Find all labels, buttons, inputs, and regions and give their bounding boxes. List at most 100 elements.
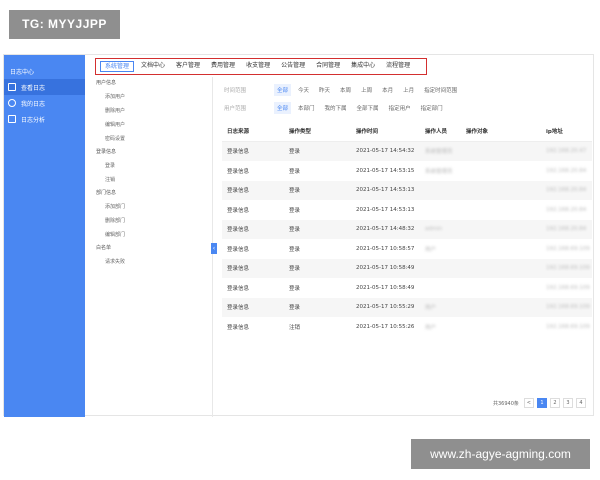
prev-page-button[interactable]: < (523, 398, 534, 408)
table-cell: 登录信息 (227, 168, 250, 175)
time-option[interactable]: 昨天 (319, 86, 330, 94)
tree-item[interactable]: 注销 (92, 173, 212, 187)
table-row[interactable]: 登录信息 登录 2021-05-17 10:58:57 用户 192.168.69.10… (222, 239, 592, 259)
column-header: 操作类型 (289, 129, 312, 136)
user-option[interactable]: 全部下属 (357, 104, 379, 112)
table-cell: 登录信息 (227, 188, 250, 195)
user-option[interactable]: 指定用户 (389, 104, 411, 112)
page-button-3[interactable]: 3 (562, 398, 573, 408)
time-option[interactable]: 本月 (382, 86, 393, 94)
table-cell: 登录信息 (227, 266, 250, 273)
time-option[interactable]: 本周 (340, 86, 351, 94)
sidebar-item-view-logs[interactable]: 查看日志 (4, 79, 85, 95)
table-cell: 2021-05-17 10:55:26 (356, 323, 415, 330)
table-row[interactable]: 登录信息 登录 2021-05-17 14:54:32 系统管理员 192.168.20… (222, 141, 592, 161)
tab-notice-management[interactable]: 公告管理 (277, 61, 309, 72)
watermark-url: www.zh-agye-agming.com (411, 439, 590, 469)
tree-item[interactable]: 编辑部门 (92, 228, 212, 242)
sidebar-item-label: 查看日志 (21, 84, 46, 92)
time-option[interactable]: 今天 (298, 86, 309, 94)
sidebar-title: 日志中心 (10, 69, 35, 76)
tree-item[interactable]: 编辑用户 (92, 118, 212, 132)
tab-finance-management[interactable]: 收支管理 (242, 61, 274, 72)
user-option[interactable]: 我的下属 (325, 104, 347, 112)
table-cell: 用户 (425, 305, 437, 312)
table-cell: 登录信息 (227, 149, 250, 156)
log-table: 日志来源 操作类型 操作时间 操作人员 操作对象 ip地址 登录信息 登录 2021… (222, 122, 592, 337)
table-row[interactable]: 登录信息 登录 2021-05-17 10:58:49 192.168.69.109 (222, 258, 592, 278)
page-button-2[interactable]: 2 (549, 398, 560, 408)
table-row[interactable]: 登录信息 登录 2021-05-17 14:53:13 192.168.20.84 (222, 200, 592, 220)
table-cell: 192.168.69.109 (546, 304, 590, 311)
tab-integration-center[interactable]: 集成中心 (347, 61, 379, 72)
table-cell: 系统管理员 (425, 168, 453, 175)
user-option[interactable]: 本部门 (298, 104, 315, 112)
table-cell: 登录信息 (227, 207, 250, 214)
time-option[interactable]: 上周 (361, 86, 372, 94)
table-cell: 192.168.69.109 (546, 265, 590, 272)
sidebar-item-label: 我的日志 (21, 100, 46, 108)
table-cell: admin (425, 226, 443, 233)
page-button-1[interactable]: 1 (536, 398, 547, 408)
table-cell: 用户 (425, 324, 437, 331)
sidebar-item-my-logs[interactable]: 我的日志 (4, 95, 85, 111)
table-row[interactable]: 登录信息 登录 2021-05-17 10:58:49 192.168.69.109 (222, 278, 592, 298)
table-cell: 注销 (289, 324, 301, 331)
user-option[interactable]: 指定部门 (421, 104, 443, 112)
tab-contract-management[interactable]: 合同管理 (312, 61, 344, 72)
table-row[interactable]: 登录信息 注销 2021-05-17 10:55:26 用户 192.168.69.10… (222, 317, 592, 337)
tree-group[interactable]: 用户信息 (92, 77, 212, 90)
table-row[interactable]: 登录信息 登录 2021-05-17 10:55:29 用户 192.168.69.10… (222, 297, 592, 317)
table-row[interactable]: 登录信息 登录 2021-05-17 14:53:13 192.168.20.84 (222, 180, 592, 200)
document-icon (8, 83, 16, 91)
tree-item[interactable]: 请求失败 (92, 255, 212, 269)
tab-customer-management[interactable]: 客户管理 (172, 61, 204, 72)
column-header: ip地址 (546, 129, 563, 136)
table-cell: 192.168.69.109 (546, 245, 590, 252)
tree-group[interactable]: 白名单 (92, 242, 212, 255)
table-cell: 192.168.20.84 (546, 167, 587, 174)
sidebar-item-label: 日志分析 (21, 116, 46, 124)
tab-expense-management[interactable]: 费用管理 (207, 61, 239, 72)
sidebar-item-log-analysis[interactable]: 日志分析 (4, 111, 85, 127)
table-cell: 192.168.69.109 (546, 323, 590, 330)
table-row[interactable]: 登录信息 登录 2021-05-17 14:48:32 admin 192.168.20… (222, 219, 592, 239)
table-cell: 2021-05-17 10:58:57 (356, 245, 415, 252)
pagination: 共36940条 < 1 2 3 4 (493, 398, 589, 408)
tree-item[interactable]: 登录 (92, 159, 212, 173)
table-cell: 2021-05-17 14:48:32 (356, 226, 415, 233)
column-header: 操作对象 (466, 129, 489, 136)
user-filter-label: 用户范围 (224, 106, 247, 112)
tree-group[interactable]: 登录信息 (92, 146, 212, 159)
tree-item[interactable]: 密码设置 (92, 132, 212, 146)
tab-system-management[interactable]: 系统管理 (100, 61, 135, 72)
tree-item[interactable]: 添加部门 (92, 200, 212, 214)
table-cell: 2021-05-17 14:53:15 (356, 167, 415, 174)
table-cell: 登录 (289, 305, 301, 312)
table-cell: 登录 (289, 285, 301, 292)
tab-process-management[interactable]: 流程管理 (382, 61, 414, 72)
table-cell: 登录 (289, 149, 301, 156)
tree-item[interactable]: 删除用户 (92, 104, 212, 118)
user-option[interactable]: 全部 (274, 102, 292, 114)
watermark-tg: TG: MYYJJPP (9, 10, 120, 39)
tree-item[interactable]: 删除部门 (92, 214, 212, 228)
table-cell: 登录信息 (227, 305, 250, 312)
table-cell: 192.168.69.109 (546, 284, 590, 291)
chart-icon (8, 115, 16, 123)
log-main-panel: 时间范围 全部 今天 昨天 本周 上周 本月 上月 指定时间范围 用户范围 全部… (217, 77, 595, 417)
time-option[interactable]: 上月 (403, 86, 414, 94)
page-button-4[interactable]: 4 (575, 398, 586, 408)
time-option[interactable]: 全部 (274, 84, 292, 96)
table-cell: 登录信息 (227, 324, 250, 331)
table-row[interactable]: 登录信息 登录 2021-05-17 14:53:15 系统管理员 192.168.20… (222, 161, 592, 181)
tree-group[interactable]: 部门信息 (92, 187, 212, 200)
table-cell: 登录信息 (227, 227, 250, 234)
table-cell: 2021-05-17 10:58:49 (356, 265, 415, 272)
table-cell: 登录 (289, 168, 301, 175)
time-option[interactable]: 指定时间范围 (424, 86, 457, 94)
tab-document-center[interactable]: 文档中心 (137, 61, 169, 72)
table-cell: 2021-05-17 14:54:32 (356, 148, 415, 155)
tree-item[interactable]: 添加用户 (92, 90, 212, 104)
table-cell: 登录 (289, 207, 301, 214)
